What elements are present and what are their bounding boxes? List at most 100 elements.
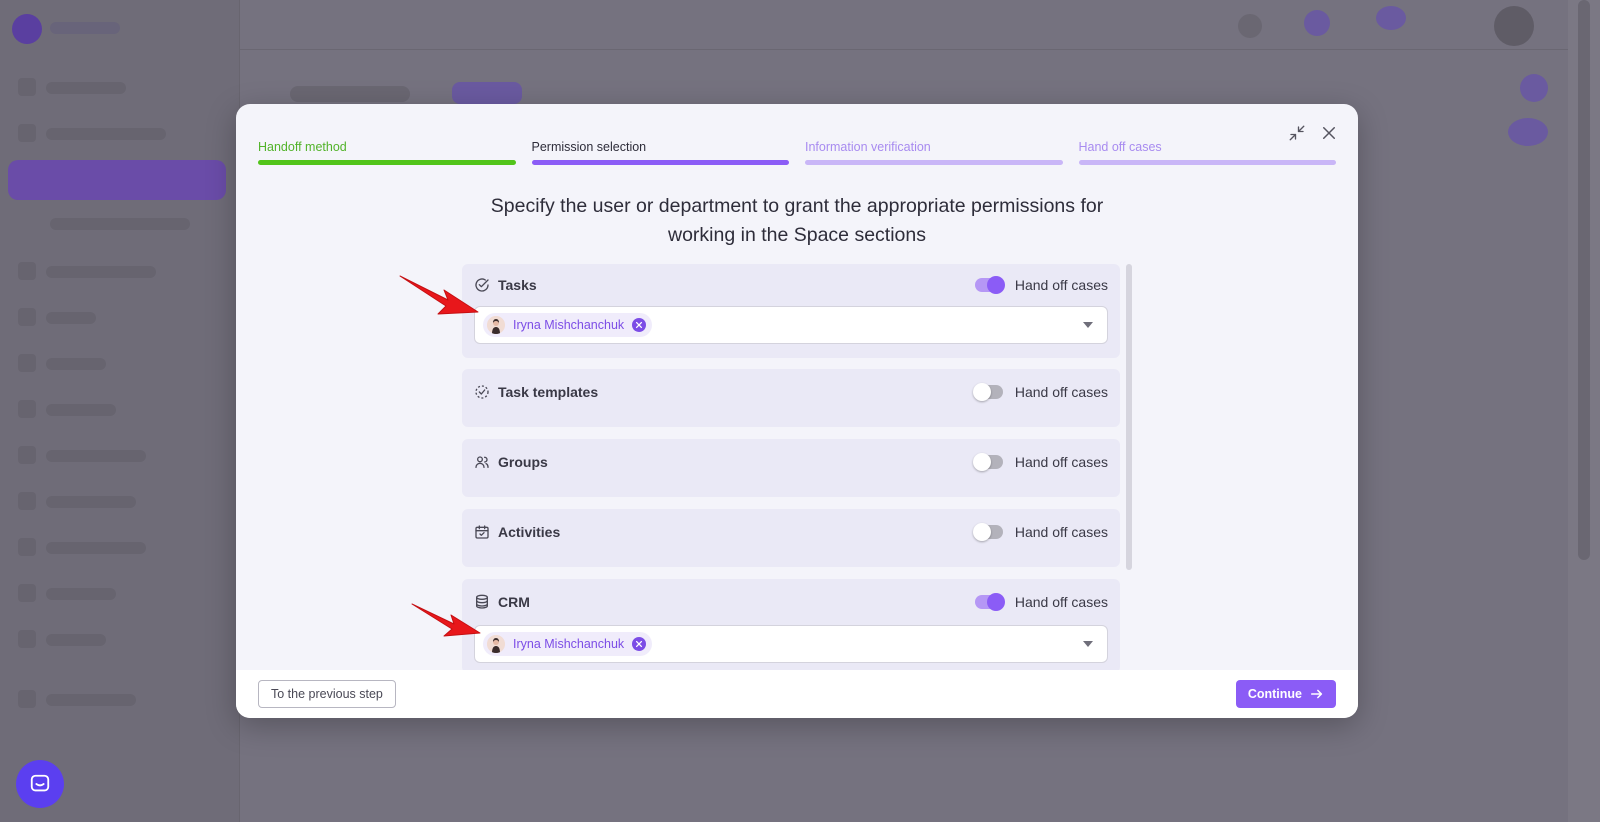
assignee-name: Iryna Mishchanchuk <box>513 318 625 332</box>
users-icon <box>474 454 490 470</box>
step-permission-selection[interactable]: Permission selection <box>531 140 789 165</box>
toggle-knob <box>986 593 1005 611</box>
section-task-templates: Task templates Hand off cases <box>462 369 1120 427</box>
section-tasks: Tasks Hand off cases Iryna Mishchanchuk <box>462 264 1120 358</box>
nav-icon <box>18 630 36 648</box>
assignee-chip: Iryna Mishchanchuk <box>483 632 653 656</box>
section-groups: Groups Hand off cases <box>462 439 1120 497</box>
space-sections-list: Tasks Hand off cases Iryna Mishchanchuk <box>462 264 1124 718</box>
nav-icon <box>18 78 36 96</box>
step-progress-bar <box>1078 160 1336 165</box>
nav-item <box>46 82 126 94</box>
close-icon <box>636 321 643 329</box>
background-icon <box>1520 74 1548 102</box>
heading-line: Specify the user or department to grant … <box>490 195 1104 217</box>
background-button <box>452 82 522 104</box>
background-avatar <box>1494 6 1534 46</box>
nav-icon <box>18 354 36 372</box>
calendar-check-icon <box>474 524 490 540</box>
remove-assignee-button[interactable] <box>632 637 647 651</box>
page-scrollbar[interactable] <box>1568 0 1600 822</box>
nav-item <box>46 588 116 600</box>
toggle-label: Hand off cases <box>1014 524 1108 540</box>
nav-item <box>46 404 116 416</box>
avatar <box>487 316 505 334</box>
continue-label: Continue <box>1247 687 1302 701</box>
nav-icon <box>18 538 36 556</box>
nav-item <box>46 312 96 324</box>
step-label: Permission selection <box>531 140 647 154</box>
section-crm: CRM Hand off cases Iryna Mishchanchuk <box>462 579 1120 673</box>
section-title: Groups <box>498 454 548 470</box>
nav-item <box>46 694 136 706</box>
nav-icon <box>18 690 36 708</box>
hand-off-toggle[interactable] <box>974 593 1005 611</box>
assignee-select[interactable]: Iryna Mishchanchuk <box>474 306 1108 344</box>
background-icon <box>1508 118 1548 146</box>
chat-icon <box>30 774 50 792</box>
section-title: Task templates <box>498 384 599 400</box>
hand-off-toggle[interactable] <box>972 453 1003 471</box>
step-handoff-method[interactable]: Handoff method <box>258 140 516 165</box>
page-scrollbar-thumb[interactable] <box>1578 0 1590 560</box>
nav-icon <box>18 308 36 326</box>
hand-off-toggle[interactable] <box>972 523 1003 541</box>
toggle-label: Hand off cases <box>1014 594 1108 610</box>
app-logo <box>12 14 42 44</box>
modal-footer: To the previous step Continue <box>236 670 1358 718</box>
section-title: Activities <box>498 524 561 540</box>
nav-icon <box>18 124 36 142</box>
hand-off-toggle[interactable] <box>974 276 1005 294</box>
nav-item <box>46 358 106 370</box>
background-sidebar <box>0 0 240 822</box>
step-information-verification[interactable]: Information verification <box>805 140 1063 165</box>
section-activities: Activities Hand off cases <box>462 509 1120 567</box>
nav-item <box>46 128 166 140</box>
section-title: CRM <box>498 594 530 610</box>
nav-item <box>46 266 156 278</box>
toggle-knob <box>972 453 991 471</box>
toggle-knob <box>986 276 1005 294</box>
nav-icon <box>18 262 36 280</box>
toggle-knob <box>972 383 991 401</box>
nav-icon <box>18 400 36 418</box>
background-icon <box>1376 6 1406 30</box>
previous-step-button[interactable]: To the previous step <box>258 680 396 708</box>
heading-line: working in the Space sections <box>668 224 926 246</box>
step-hand-off-cases[interactable]: Hand off cases <box>1078 140 1336 165</box>
step-progress-bar <box>531 160 789 165</box>
hand-off-toggle[interactable] <box>972 383 1003 401</box>
close-icon <box>636 640 643 648</box>
continue-button[interactable]: Continue <box>1235 680 1336 708</box>
sections-scrollbar[interactable] <box>1126 264 1132 570</box>
section-title: Tasks <box>498 277 537 293</box>
nav-item <box>46 450 146 462</box>
chevron-down-icon <box>1083 322 1093 328</box>
dashed-check-circle-icon <box>474 384 490 400</box>
toggle-label: Hand off cases <box>1014 384 1108 400</box>
app-logo-text <box>50 22 120 34</box>
assignee-select[interactable]: Iryna Mishchanchuk <box>474 625 1108 663</box>
step-progress-bar <box>258 160 516 165</box>
nav-icon <box>18 492 36 510</box>
stepper: Handoff method Permission selection Info… <box>258 140 1336 165</box>
step-label: Hand off cases <box>1078 140 1162 154</box>
background-tab <box>290 86 410 102</box>
page-title: Specify the user or department to grant … <box>436 192 1158 250</box>
step-progress-bar <box>805 160 1063 165</box>
background-icon <box>1304 10 1330 36</box>
remove-assignee-button[interactable] <box>632 318 647 332</box>
nav-item <box>50 218 190 230</box>
nav-item <box>46 496 136 508</box>
nav-icon <box>18 446 36 464</box>
toggle-label: Hand off cases <box>1014 277 1108 293</box>
step-label: Information verification <box>805 140 931 154</box>
handoff-modal: Handoff method Permission selection Info… <box>236 104 1358 718</box>
chevron-down-icon <box>1083 641 1093 647</box>
assignee-chip: Iryna Mishchanchuk <box>483 313 653 337</box>
nav-icon <box>18 584 36 602</box>
toggle-knob <box>972 523 991 541</box>
chat-support-button[interactable] <box>16 760 64 808</box>
nav-item-active <box>8 160 226 200</box>
annotation-arrow-icon <box>399 275 479 315</box>
